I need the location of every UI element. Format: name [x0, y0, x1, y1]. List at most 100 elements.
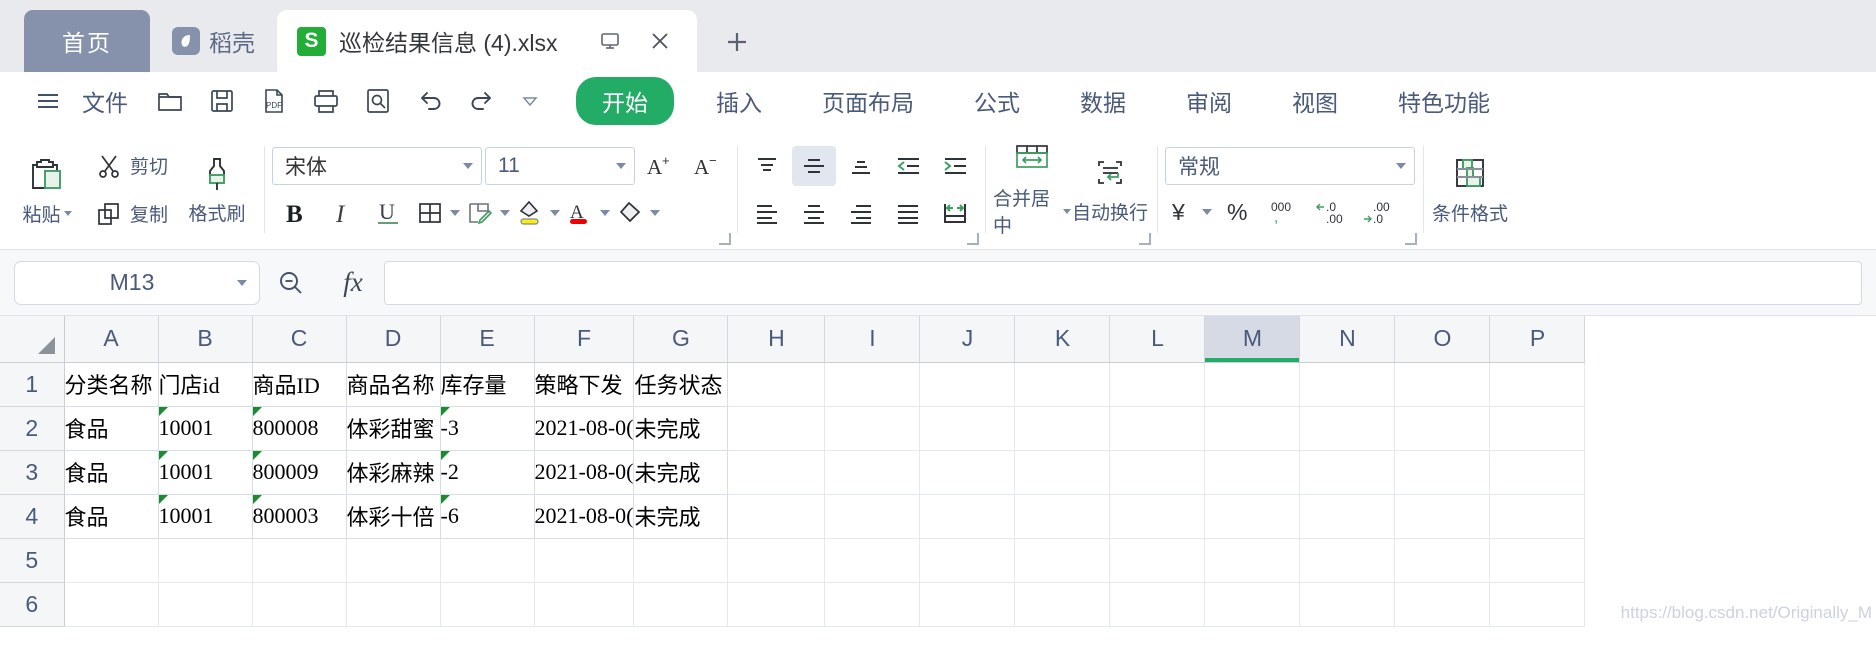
cell-J3[interactable]	[919, 450, 1016, 495]
borders-dropdown-icon[interactable]	[450, 210, 461, 216]
cell-C5[interactable]	[252, 538, 347, 583]
cell-A6[interactable]	[64, 582, 159, 627]
justify-button[interactable]	[886, 193, 930, 233]
cell-H4[interactable]	[727, 494, 826, 539]
cell-M4[interactable]	[1204, 494, 1301, 539]
cell-F3[interactable]: 2021-08-0(	[534, 450, 635, 495]
column-header-a[interactable]: A	[64, 316, 159, 363]
cell-D5[interactable]	[346, 538, 441, 583]
customize-quick-access-icon[interactable]	[508, 79, 552, 123]
export-pdf-icon[interactable]: PDF	[248, 79, 300, 123]
cell-A1[interactable]: 分类名称	[64, 362, 159, 407]
cell-C1[interactable]: 商品ID	[252, 362, 347, 407]
restore-window-icon[interactable]	[592, 30, 628, 52]
currency-format-button[interactable]: ¥	[1165, 192, 1199, 232]
file-menu-button[interactable]: 文件	[74, 84, 144, 118]
align-top-button[interactable]	[745, 146, 789, 186]
cell-I5[interactable]	[824, 538, 921, 583]
cell-M2[interactable]	[1204, 406, 1301, 451]
cell-H3[interactable]	[727, 450, 826, 495]
draw-border-button[interactable]	[463, 193, 497, 233]
format-painter-button[interactable]: 格式刷	[178, 138, 256, 242]
search-icon[interactable]	[260, 268, 322, 298]
column-header-c[interactable]: C	[252, 316, 347, 363]
cell-B5[interactable]	[158, 538, 253, 583]
font-color-dropdown-icon[interactable]	[600, 210, 611, 216]
hamburger-menu-icon[interactable]	[22, 79, 74, 123]
decrease-font-size-button[interactable]: A −	[685, 146, 729, 186]
cell-B7[interactable]	[158, 626, 253, 627]
cell-L3[interactable]	[1109, 450, 1206, 495]
print-preview-icon[interactable]	[352, 79, 404, 123]
cell-B2[interactable]: 10001	[158, 406, 253, 451]
column-header-o[interactable]: O	[1394, 316, 1491, 363]
cell-F5[interactable]	[534, 538, 635, 583]
cell-I2[interactable]	[824, 406, 921, 451]
open-file-icon[interactable]	[144, 79, 196, 123]
cell-E5[interactable]	[440, 538, 535, 583]
cell-H1[interactable]	[727, 362, 826, 407]
cell-O7[interactable]	[1394, 626, 1491, 627]
cell-C6[interactable]	[252, 582, 347, 627]
chevron-down-icon[interactable]	[616, 163, 627, 169]
cell-I4[interactable]	[824, 494, 921, 539]
cell-P5[interactable]	[1489, 538, 1586, 583]
cell-J5[interactable]	[919, 538, 1016, 583]
tab-review[interactable]: 审阅	[1156, 84, 1262, 118]
cell-N3[interactable]	[1299, 450, 1396, 495]
column-header-b[interactable]: B	[158, 316, 253, 363]
decrease-decimal-button[interactable]: .00.0	[1356, 192, 1400, 232]
cell-I3[interactable]	[824, 450, 921, 495]
align-center-button[interactable]	[792, 193, 836, 233]
cell-N4[interactable]	[1299, 494, 1396, 539]
row-header-4[interactable]: 4	[0, 494, 65, 539]
cell-K2[interactable]	[1014, 406, 1111, 451]
bold-button[interactable]: B	[272, 193, 316, 233]
formula-input[interactable]	[384, 260, 1862, 305]
draw-border-dropdown-icon[interactable]	[500, 210, 511, 216]
distribute-columns-button[interactable]	[933, 193, 977, 233]
merge-center-button[interactable]: 合并居中	[993, 138, 1072, 242]
cell-C2[interactable]: 800008	[252, 406, 347, 451]
copy-button[interactable]: 复制	[86, 193, 178, 235]
cell-G1[interactable]: 任务状态	[633, 362, 729, 407]
cell-O1[interactable]	[1394, 362, 1491, 407]
cut-button[interactable]: 剪切	[86, 145, 178, 187]
column-header-m[interactable]: M	[1204, 316, 1301, 363]
cell-A4[interactable]: 食品	[64, 494, 159, 539]
cell-N5[interactable]	[1299, 538, 1396, 583]
alignment-dialog-launcher[interactable]	[967, 233, 980, 245]
cell-M1[interactable]	[1204, 362, 1301, 407]
cell-K7[interactable]	[1014, 626, 1111, 627]
cell-J7[interactable]	[919, 626, 1016, 627]
number-dialog-launcher[interactable]	[1405, 233, 1418, 245]
decrease-indent-button[interactable]	[886, 146, 930, 186]
borders-button[interactable]	[413, 193, 447, 233]
name-box[interactable]: M13	[14, 260, 260, 305]
cell-I6[interactable]	[824, 582, 921, 627]
clear-format-dropdown-icon[interactable]	[650, 210, 661, 216]
tab-page-layout[interactable]: 页面布局	[792, 84, 944, 118]
tab-data[interactable]: 数据	[1050, 84, 1156, 118]
paste-dropdown-icon[interactable]	[63, 210, 72, 216]
cell-E7[interactable]	[440, 626, 535, 627]
cell-H7[interactable]	[727, 626, 826, 627]
cell-G3[interactable]: 未完成	[633, 450, 729, 495]
column-header-d[interactable]: D	[346, 316, 441, 363]
conditional-format-button[interactable]: 条件格式	[1431, 138, 1509, 242]
cell-J2[interactable]	[919, 406, 1016, 451]
cell-J1[interactable]	[919, 362, 1016, 407]
align-bottom-button[interactable]	[839, 146, 883, 186]
cell-F1[interactable]: 策略下发	[534, 362, 635, 407]
font-family-select[interactable]: 宋体	[272, 147, 483, 185]
tab-view[interactable]: 视图	[1262, 84, 1368, 118]
cell-C4[interactable]: 800003	[252, 494, 347, 539]
cell-L2[interactable]	[1109, 406, 1206, 451]
row-header-1[interactable]: 1	[0, 362, 65, 407]
column-header-i[interactable]: I	[824, 316, 921, 363]
save-icon[interactable]	[196, 79, 248, 123]
cell-L5[interactable]	[1109, 538, 1206, 583]
cell-L6[interactable]	[1109, 582, 1206, 627]
spreadsheet-grid[interactable]: ABCDEFGHIJKLMNOP 1 分类名称 门店id 商品ID 商品名称 库存量 策略下…	[0, 316, 1876, 627]
cell-E1[interactable]: 库存量	[440, 362, 535, 407]
